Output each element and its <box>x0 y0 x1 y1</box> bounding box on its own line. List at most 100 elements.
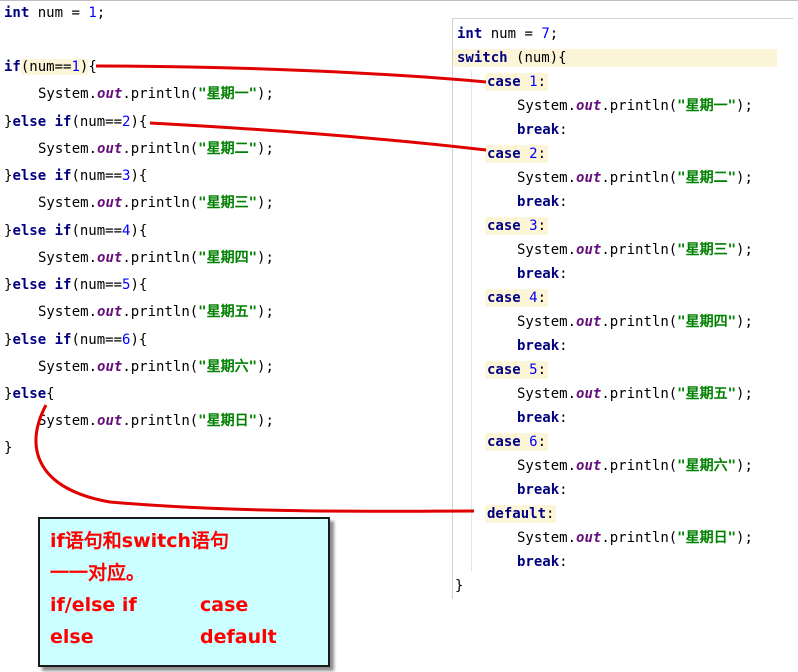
out-field: out <box>576 242 602 258</box>
if-keyword: if <box>54 168 72 184</box>
right-init-line: int num = 7; <box>457 26 559 42</box>
condition-number: 4 <box>122 222 131 239</box>
out-field: out <box>576 98 602 114</box>
case-label: case 3: <box>485 217 549 235</box>
case-number: 1 <box>529 74 538 90</box>
out-field: out <box>576 386 602 402</box>
break-keyword: break <box>517 194 560 210</box>
condition: (num==1) <box>20 59 89 75</box>
else-keyword: else <box>12 222 47 239</box>
if-branch-line: }else if(num==5){ <box>4 277 148 293</box>
default-keyword: default <box>487 506 547 522</box>
println-line: System.out.println("星期五"); <box>38 304 274 320</box>
condition: (num==3) <box>71 168 139 184</box>
out-field: out <box>97 195 123 211</box>
case-label: case 6: <box>485 433 549 451</box>
condition-number: 2 <box>122 113 131 130</box>
case-label: case 1: <box>485 73 549 91</box>
else-keyword: else <box>12 277 47 293</box>
if-branch-line: }else if(num==6){ <box>4 331 148 348</box>
if-keyword: if <box>4 59 21 75</box>
break-keyword: break <box>517 266 560 282</box>
break-line: break: <box>517 482 568 498</box>
out-field: out <box>97 304 123 320</box>
break-line: break: <box>517 194 568 210</box>
closing-brace: } <box>455 578 464 594</box>
if-else-code-pane: int num = 1; if(num==1){ System.out.print… <box>0 0 420 470</box>
condition: (num==2) <box>71 113 139 130</box>
println-line: System.out.println("星期三"); <box>38 195 274 211</box>
case-keyword: case <box>487 218 521 234</box>
if-keyword: if <box>54 222 72 239</box>
callout-line-1: if语句和switch语句 <box>50 530 230 552</box>
case-number: 6 <box>529 434 538 450</box>
else-keyword: else <box>12 331 47 348</box>
string-literal: "星期六" <box>677 458 737 474</box>
break-line: break: <box>517 266 568 282</box>
break-keyword: break <box>517 338 560 354</box>
println-line: System.out.println("星期一"); <box>38 86 274 102</box>
println-line: System.out.println("星期二"); <box>517 170 753 186</box>
condition: (num==5) <box>71 277 139 293</box>
out-field: out <box>97 413 123 429</box>
string-literal: "星期一" <box>198 86 258 102</box>
case-number: 2 <box>529 146 538 162</box>
else-keyword: else <box>12 113 47 130</box>
case-keyword: case <box>487 146 521 162</box>
indent-guide <box>471 71 472 571</box>
string-literal: "星期六" <box>198 358 258 375</box>
println-line: System.out.println("星期六"); <box>517 458 753 474</box>
println-line: System.out.println("星期五"); <box>517 386 753 402</box>
case-keyword: case <box>487 74 521 90</box>
out-field: out <box>97 86 123 102</box>
if-keyword: if <box>54 331 72 348</box>
out-field: out <box>97 140 123 157</box>
if-branch-line: if(num==1){ <box>4 59 97 75</box>
case-label: case 4: <box>485 289 549 307</box>
break-keyword: break <box>517 122 560 138</box>
break-line: break: <box>517 554 568 570</box>
string-literal: "星期日" <box>198 413 258 429</box>
callout-mapping-if-right: case <box>200 594 249 616</box>
break-keyword: break <box>517 410 560 426</box>
string-literal: "星期二" <box>677 170 737 186</box>
println-line: System.out.println("星期四"); <box>38 249 274 266</box>
callout-mapping-else-right: default <box>200 626 277 648</box>
callout-mapping-if-left: if/else if <box>50 594 137 616</box>
case-keyword: case <box>487 434 521 450</box>
case-keyword: case <box>487 362 521 378</box>
println-line: System.out.println("星期六"); <box>38 358 274 375</box>
case-label: case 2: <box>485 145 549 163</box>
println-line: System.out.println("星期二"); <box>38 140 274 157</box>
case-number: 4 <box>529 290 538 306</box>
condition: (num==4) <box>71 222 139 239</box>
default-label: default: <box>485 505 557 523</box>
break-line: break: <box>517 122 568 138</box>
condition-number: 6 <box>122 331 131 348</box>
string-literal: "星期二" <box>198 140 258 157</box>
condition-number: 3 <box>122 168 131 184</box>
string-literal: "星期日" <box>677 530 737 546</box>
else-line: }else{ <box>4 386 55 402</box>
string-literal: "星期三" <box>198 195 258 211</box>
condition-number: 5 <box>122 277 131 293</box>
string-literal: "星期三" <box>677 242 737 258</box>
out-field: out <box>576 458 602 474</box>
condition: (num==6) <box>71 331 139 348</box>
left-init-line: int num = 1; <box>4 5 106 21</box>
println-line: System.out.println("星期四"); <box>517 314 753 330</box>
callout-line-2: 一一对应。 <box>50 562 146 584</box>
string-literal: "星期五" <box>198 304 258 320</box>
out-field: out <box>576 170 602 186</box>
switch-code-pane: int num = 7; switch (num){ case 1: System… <box>452 18 793 599</box>
else-keyword: else <box>12 168 47 184</box>
break-keyword: break <box>517 554 560 570</box>
else-keyword: else <box>12 386 47 402</box>
case-label: case 5: <box>485 361 549 379</box>
switch-line: switch (num){ <box>453 49 777 67</box>
out-field: out <box>576 530 602 546</box>
if-keyword: if <box>54 277 72 293</box>
case-keyword: case <box>487 290 521 306</box>
if-branch-line: }else if(num==4){ <box>4 222 148 239</box>
string-literal: "星期五" <box>677 386 737 402</box>
